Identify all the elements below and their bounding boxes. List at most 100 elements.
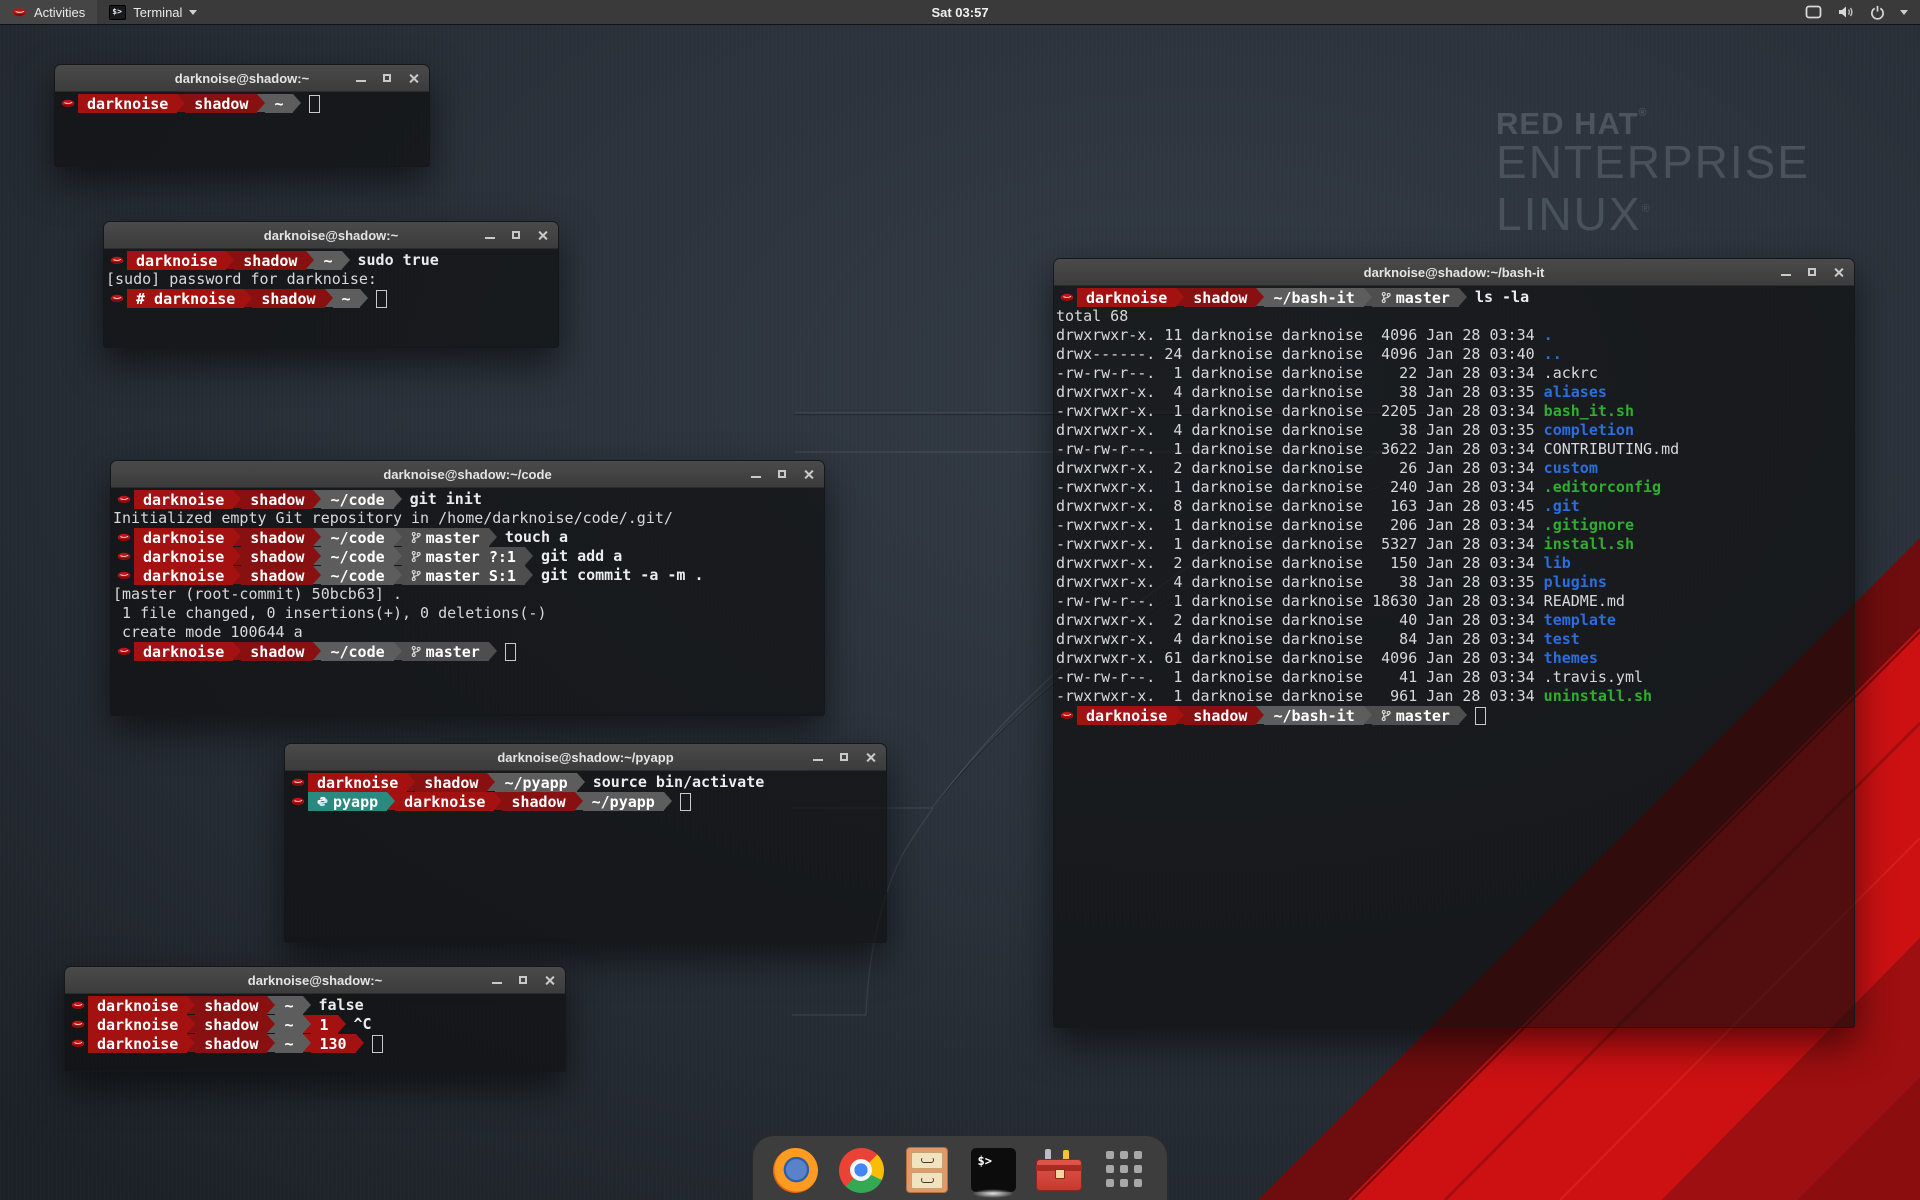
- dock-item-terminal[interactable]: $>: [969, 1146, 1017, 1194]
- output-text: [master (root-commit) 50bcb63] .: [113, 585, 402, 604]
- toolbox-icon: [1036, 1149, 1082, 1191]
- terminal-content[interactable]: darknoiseshadow~/pyappsource bin/activat…: [285, 771, 886, 942]
- ls-row: drwxrwxr-x. 2 darknoise darknoise 150 Ja…: [1056, 554, 1854, 573]
- powerline-separator-icon: [233, 528, 241, 546]
- prompt-segment-git: master S:1: [402, 566, 525, 585]
- minimize-icon[interactable]: [485, 237, 495, 239]
- minimize-icon[interactable]: [751, 476, 761, 478]
- prompt-segment-venv: pyapp: [308, 792, 387, 811]
- window-titlebar[interactable]: darknoise@shadow:~/pyapp: [285, 744, 886, 771]
- maximize-icon[interactable]: [519, 976, 527, 984]
- prompt-segment-host: shadow: [241, 642, 313, 661]
- close-icon[interactable]: [865, 752, 876, 763]
- ls-filename: .: [1544, 326, 1553, 345]
- chevron-down-icon: [189, 10, 197, 15]
- brand-line-enterprise: ENTERPRISE: [1496, 139, 1810, 186]
- powerline-separator-icon: [303, 1015, 311, 1033]
- terminal-content[interactable]: darknoiseshadow~falsedarknoiseshadow~1^C…: [65, 994, 565, 1071]
- app-grid-icon: [1106, 1151, 1144, 1189]
- window-title: darknoise@shadow:~: [175, 71, 309, 86]
- dock-item-app-grid[interactable]: [1101, 1146, 1149, 1194]
- redhat-icon: [113, 490, 134, 509]
- powerline-separator-icon: [313, 547, 321, 565]
- ls-row: -rwxrwxr-x. 1 darknoise darknoise 2205 J…: [1056, 402, 1854, 421]
- ls-filename: custom: [1544, 459, 1598, 478]
- ls-columns: drwxrwxr-x. 11 darknoise darknoise 4096 …: [1056, 326, 1544, 345]
- close-icon[interactable]: [544, 975, 555, 986]
- ls-filename: ..: [1544, 345, 1562, 364]
- ls-row: -rw-rw-r--. 1 darknoise darknoise 22 Jan…: [1056, 364, 1854, 383]
- terminal-prompt-line: darknoiseshadow~/pyappsource bin/activat…: [287, 773, 886, 792]
- activities-label: Activities: [34, 5, 85, 20]
- ls-columns: -rw-rw-r--. 1 darknoise darknoise 22 Jan…: [1056, 364, 1544, 383]
- powerline-separator-icon: [313, 528, 321, 546]
- terminal-content[interactable]: darknoiseshadow~: [55, 92, 429, 166]
- terminal-content[interactable]: darknoiseshadow~/bash-itmasterls -latota…: [1054, 286, 1854, 1027]
- ls-columns: -rw-rw-r--. 1 darknoise darknoise 3622 J…: [1056, 440, 1544, 459]
- output-text: Initialized empty Git repository in /hom…: [113, 509, 673, 528]
- minimize-icon[interactable]: [492, 982, 502, 984]
- window-titlebar[interactable]: darknoise@shadow:~: [55, 65, 429, 92]
- powerline-separator-icon: [303, 996, 311, 1014]
- brand-line-linux: LINUX®: [1496, 186, 1810, 238]
- close-icon[interactable]: [803, 469, 814, 480]
- terminal-content[interactable]: darknoiseshadow~/codegit initInitialized…: [111, 488, 824, 715]
- system-status-area[interactable]: [1805, 0, 1920, 24]
- terminal-content[interactable]: darknoiseshadow~sudo true[sudo] password…: [104, 249, 558, 347]
- window-titlebar[interactable]: darknoise@shadow:~/bash-it: [1054, 259, 1854, 286]
- ls-columns: drwxrwxr-x. 8 darknoise darknoise 163 Ja…: [1056, 497, 1544, 516]
- window-title: darknoise@shadow:~/bash-it: [1364, 265, 1545, 280]
- maximize-icon[interactable]: [840, 753, 848, 761]
- app-menu-terminal[interactable]: $> Terminal: [97, 0, 209, 24]
- ls-columns: drwxrwxr-x. 4 darknoise darknoise 38 Jan…: [1056, 573, 1544, 592]
- window-title: darknoise@shadow:~/pyapp: [497, 750, 673, 765]
- dock-item-toolbox[interactable]: [1035, 1146, 1083, 1194]
- minimize-icon[interactable]: [813, 759, 823, 761]
- maximize-icon[interactable]: [1808, 268, 1816, 276]
- git-branch-icon: [411, 550, 421, 563]
- ls-filename: template: [1544, 611, 1616, 630]
- command-text: git init: [410, 490, 482, 509]
- ls-filename: .git: [1544, 497, 1580, 516]
- dock-item-firefox[interactable]: [771, 1146, 819, 1194]
- powerline-separator-icon: [394, 566, 402, 584]
- prompt-segment-host: shadow: [252, 289, 324, 308]
- terminal-prompt-line: darknoiseshadow~/codemaster: [113, 642, 824, 661]
- close-icon[interactable]: [537, 230, 548, 241]
- powerline-separator-icon: [342, 251, 350, 269]
- output-text: [sudo] password for darknoise:: [106, 270, 377, 289]
- activities-button[interactable]: Activities: [0, 0, 97, 24]
- minimize-icon[interactable]: [1781, 274, 1791, 276]
- clock[interactable]: Sat 03:57: [931, 5, 988, 20]
- maximize-icon[interactable]: [383, 74, 391, 82]
- prompt-segment-host: shadow: [415, 773, 487, 792]
- git-branch-icon: [1381, 709, 1391, 722]
- powerline-separator-icon: [1364, 288, 1372, 306]
- dock: $>: [752, 1135, 1168, 1200]
- terminal-prompt-line: darknoiseshadow~sudo true: [106, 251, 558, 270]
- window-titlebar[interactable]: darknoise@shadow:~: [104, 222, 558, 249]
- ls-filename: .editorconfig: [1544, 478, 1661, 497]
- window-titlebar[interactable]: darknoise@shadow:~: [65, 967, 565, 994]
- dock-item-chrome[interactable]: [837, 1146, 885, 1194]
- window-titlebar[interactable]: darknoise@shadow:~/code: [111, 461, 824, 488]
- minimize-icon[interactable]: [356, 80, 366, 82]
- rhel-branding: RED HAT® ENTERPRISE LINUX®: [1496, 98, 1810, 238]
- prompt-segment-host: shadow: [502, 792, 574, 811]
- maximize-icon[interactable]: [512, 231, 520, 239]
- ls-columns: drwxrwxr-x. 4 darknoise darknoise 84 Jan…: [1056, 630, 1544, 649]
- powerline-separator-icon: [226, 251, 234, 269]
- dock-item-files[interactable]: [903, 1146, 951, 1194]
- powerline-separator-icon: [1459, 288, 1467, 306]
- close-icon[interactable]: [408, 73, 419, 84]
- terminal-prompt-line: darknoiseshadow~/bash-itmaster: [1056, 706, 1854, 725]
- prompt-segment-path: ~: [314, 251, 341, 270]
- redhat-icon: [287, 792, 308, 811]
- terminal-prompt-line: pyappdarknoiseshadow~/pyapp: [287, 792, 886, 811]
- close-icon[interactable]: [1833, 267, 1844, 278]
- top-bar: Activities $> Terminal Sat 03:57: [0, 0, 1920, 25]
- powerline-separator-icon: [303, 1034, 311, 1052]
- ls-row: drwx------. 24 darknoise darknoise 4096 …: [1056, 345, 1854, 364]
- prompt-segment-user: darknoise: [88, 996, 187, 1015]
- maximize-icon[interactable]: [778, 470, 786, 478]
